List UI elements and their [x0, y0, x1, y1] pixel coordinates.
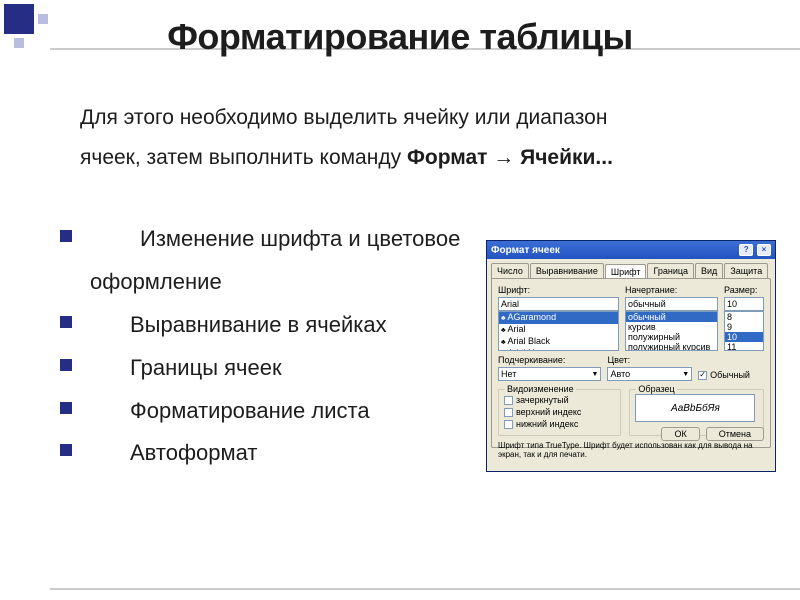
- list-item: Выравнивание в ячейках: [60, 304, 460, 347]
- help-icon[interactable]: ?: [739, 244, 753, 256]
- font-input[interactable]: Arial: [498, 297, 619, 311]
- ok-button[interactable]: ОК: [661, 427, 699, 441]
- underline-select[interactable]: Нет▼: [498, 367, 601, 381]
- intro-command: Формат → Ячейки...: [407, 146, 613, 169]
- bullet-list: Изменение шрифта и цветовое оформление В…: [60, 218, 460, 475]
- intro-line2-prefix: ячеек, затем выполнить команду: [80, 146, 407, 169]
- tab-alignment[interactable]: Выравнивание: [530, 263, 604, 278]
- superscript-checkbox[interactable]: верхний индекс: [504, 406, 615, 418]
- close-icon[interactable]: ×: [757, 244, 771, 256]
- format-cells-dialog: Формат ячеек ? × Число Выравнивание Шриф…: [486, 240, 776, 472]
- divider-bottom: [50, 588, 800, 590]
- dialog-title: Формат ячеек: [491, 245, 560, 256]
- subscript-checkbox[interactable]: нижний индекс: [504, 418, 615, 430]
- tab-view[interactable]: Вид: [695, 263, 723, 278]
- underline-label: Подчеркивание:: [498, 355, 601, 365]
- cancel-button[interactable]: Отмена: [706, 427, 764, 441]
- chevron-down-icon: ▼: [592, 371, 599, 378]
- size-list[interactable]: 8 9 10 11: [724, 311, 764, 351]
- style-list[interactable]: обычный курсив полужирный полужирный кур…: [625, 311, 718, 351]
- chevron-down-icon: ▼: [682, 371, 689, 378]
- list-item: Изменение шрифта и цветовое оформление: [60, 218, 460, 304]
- tab-border[interactable]: Граница: [647, 263, 694, 278]
- font-hint: Шрифт типа TrueType. Шрифт будет использ…: [498, 442, 764, 460]
- size-input[interactable]: 10: [724, 297, 764, 311]
- normal-checkbox[interactable]: ✓ Обычный: [698, 369, 764, 381]
- list-item: Автоформат: [60, 432, 460, 475]
- font-list[interactable]: ♣ AGaramond ♣ Arial ♣ Arial Black ♣ Aria…: [498, 311, 619, 351]
- tab-number[interactable]: Число: [491, 263, 529, 278]
- font-label: Шрифт:: [498, 285, 619, 295]
- page-title: Форматирование таблицы: [0, 16, 800, 58]
- list-item: Границы ячеек: [60, 347, 460, 390]
- checkbox-icon: ✓: [698, 371, 707, 380]
- style-label: Начертание:: [625, 285, 718, 295]
- tab-font[interactable]: Шрифт: [605, 264, 647, 279]
- intro-paragraph: Для этого необходимо выделить ячейку или…: [80, 98, 740, 178]
- color-select[interactable]: Авто▼: [607, 367, 692, 381]
- style-input[interactable]: обычный: [625, 297, 718, 311]
- tab-protection[interactable]: Защита: [724, 263, 768, 278]
- color-label: Цвет:: [607, 355, 692, 365]
- dialog-panel: Шрифт: Arial ♣ AGaramond ♣ Arial ♣ Arial…: [491, 278, 771, 448]
- dialog-titlebar[interactable]: Формат ячеек ? ×: [487, 241, 775, 259]
- list-item: Форматирование листа: [60, 390, 460, 433]
- effects-group: Видоизменение зачеркнутый верхний индекс…: [498, 389, 621, 436]
- dialog-tabs: Число Выравнивание Шрифт Граница Вид Защ…: [491, 263, 771, 278]
- strikethrough-checkbox[interactable]: зачеркнутый: [504, 394, 615, 406]
- sample-preview: АаBbБбЯя: [635, 394, 755, 422]
- size-label: Размер:: [724, 285, 764, 295]
- intro-line1: Для этого необходимо выделить ячейку или…: [80, 106, 607, 129]
